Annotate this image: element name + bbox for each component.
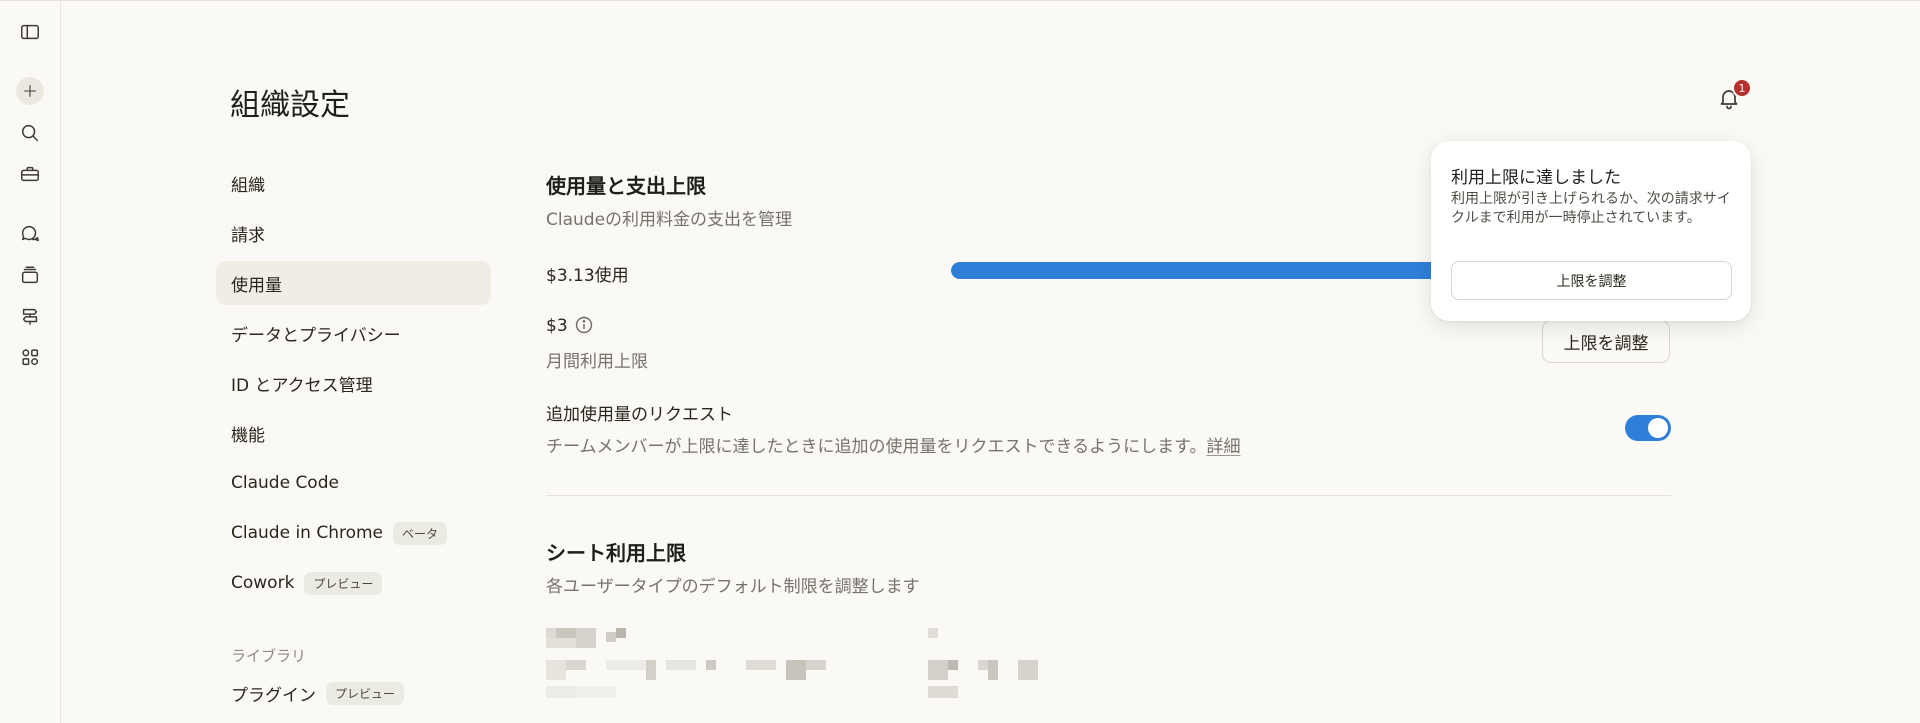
nav-item-cowork[interactable]: Cowork プレビュー [216,561,491,605]
toggle-knob [1648,418,1668,438]
extra-request-toggle[interactable] [1625,415,1671,441]
nav-item-claude-code[interactable]: Claude Code [216,461,491,505]
beta-tag: ベータ [393,521,448,545]
left-rail [0,1,61,723]
popover-title: 利用上限に達しました [1451,168,1621,188]
nav-item-label: 機能 [231,425,265,446]
nav-item-label: 使用量 [231,275,282,296]
nav-item-features[interactable]: 機能 [216,411,491,455]
usage-section-subtitle: Claudeの利用料金の支出を管理 [546,210,793,230]
nav-item-organization[interactable]: 組織 [216,161,491,205]
page-title: 組織設定 [230,88,350,123]
popover-body: 利用上限が引き上げられるか、次の請求サイクルまで利用が一時停止されています。 [1451,191,1731,226]
nav-item-identity-access[interactable]: ID とアクセス管理 [216,361,491,405]
usage-section-title: 使用量と支出上限 [546,174,706,198]
plus-icon[interactable] [16,77,44,105]
toolbox-icon[interactable] [15,159,45,189]
popover-adjust-limit-button[interactable]: 上限を調整 [1451,261,1732,300]
seats-section-title: シート利用上限 [546,541,686,565]
nav-item-label: Claude in Chrome [231,523,384,543]
nav-item-label: Claude Code [231,473,339,493]
library-heading: ライブラリ [231,647,307,665]
nav-item-plugins[interactable]: プラグイン プレビュー [216,671,491,715]
nav-item-label: 組織 [231,175,265,196]
limit-reached-popover: 利用上限に達しました 利用上限が引き上げられるか、次の請求サイクルまで利用が一時… [1431,141,1751,321]
nav-item-label: データとプライバシー [231,325,401,346]
redacted-content [928,628,1048,708]
nav-item-label: 請求 [231,225,265,246]
nav-item-label: Cowork [231,573,295,593]
extra-request-desc: チームメンバーが上限に達したときに追加の使用量をリクエストできるようにします。詳… [546,432,1240,457]
signpost-icon[interactable] [15,301,45,331]
nav-item-usage[interactable]: 使用量 [216,261,491,305]
apps-icon[interactable] [15,342,45,372]
search-icon[interactable] [15,118,45,148]
nav-item-billing[interactable]: 請求 [216,211,491,255]
usage-used-label: $3.13使用 [546,266,629,286]
limit-caption: 月間利用上限 [546,352,648,372]
limit-amount: $3 [546,316,568,336]
details-link[interactable]: 詳細 [1206,437,1240,457]
nav-item-label: プラグイン [231,685,316,706]
extra-request-desc-text: チームメンバーが上限に達したときに追加の使用量をリクエストできるようにします。 [546,437,1207,457]
preview-tag: プレビュー [326,681,405,705]
stack-icon[interactable] [15,260,45,290]
chat-bubbles-icon[interactable] [15,219,45,249]
extra-request-title: 追加使用量のリクエスト [546,405,733,425]
top-border [0,0,1920,1]
nav-item-claude-in-chrome[interactable]: Claude in Chrome ベータ [216,511,491,555]
preview-tag: プレビュー [304,571,383,595]
notification-badge: 1 [1732,78,1752,98]
section-divider [546,495,1671,496]
adjust-limit-button[interactable]: 上限を調整 [1542,320,1670,363]
sidebar-toggle-icon[interactable] [15,17,45,47]
info-icon[interactable] [575,316,593,334]
nav-item-label: ID とアクセス管理 [231,375,373,396]
redacted-content [546,628,846,708]
nav-item-data-privacy[interactable]: データとプライバシー [216,311,491,355]
seats-section-subtitle: 各ユーザータイプのデフォルト制限を調整します [546,577,920,597]
